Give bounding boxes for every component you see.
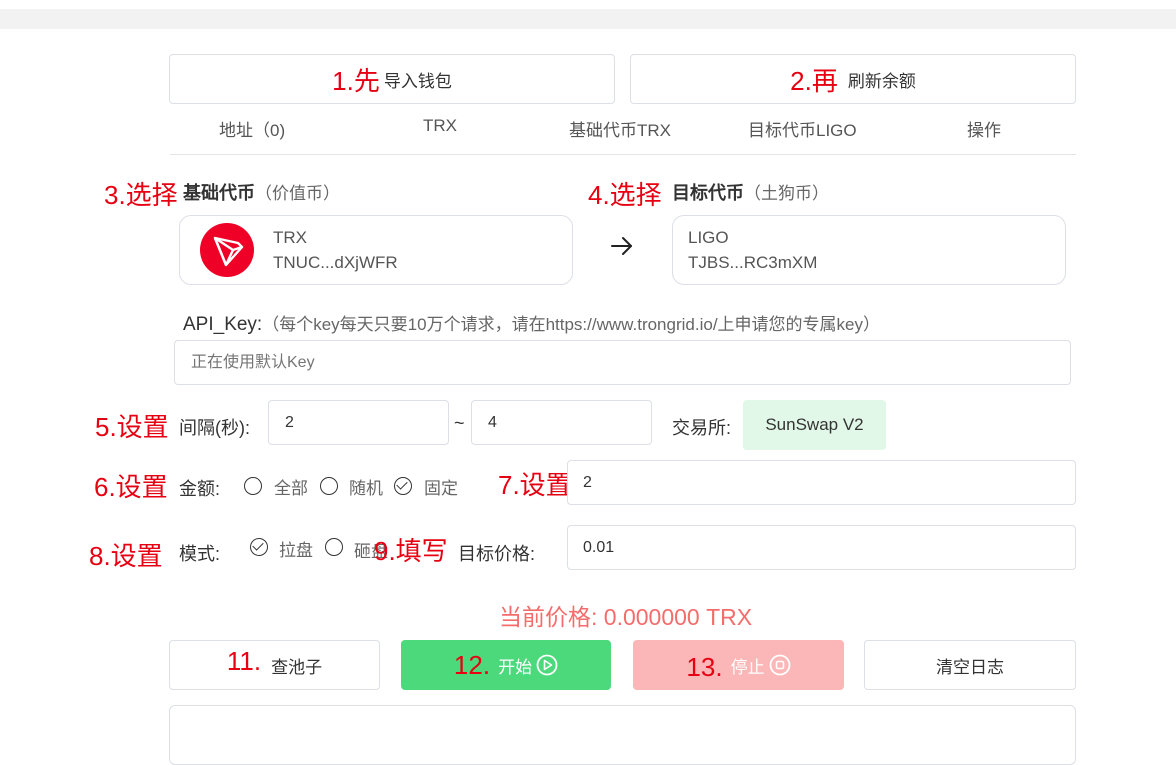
stop-icon xyxy=(769,654,791,676)
amount-random-label: 随机 xyxy=(349,479,383,498)
clear-log-label: 清空日志 xyxy=(936,657,1004,677)
amount-all-label: 全部 xyxy=(274,479,308,498)
step-3-label: 3.选择 xyxy=(104,180,178,210)
step-13-label: 13. xyxy=(686,651,723,682)
interval-label: 间隔(秒): xyxy=(179,418,250,438)
base-token-address: TNUC...dXjWFR xyxy=(273,253,398,272)
step-8-label: 8.设置 xyxy=(89,541,163,571)
start-button[interactable]: 12. 开始 xyxy=(401,640,611,690)
target-token-title-text: 目标代币 xyxy=(672,183,744,203)
amount-label: 金额: xyxy=(179,479,221,499)
target-token-symbol: LIGO xyxy=(688,228,729,247)
stop-button[interactable]: 13. 停止 xyxy=(633,640,844,690)
start-label: 开始 xyxy=(498,657,533,677)
refresh-balance-button[interactable]: 2.再 刷新余额 xyxy=(630,54,1076,104)
amount-fixed-label: 固定 xyxy=(424,479,458,498)
tron-logo-icon xyxy=(200,223,254,277)
step-9-label: 9.填写 xyxy=(374,536,448,566)
interval-max-input[interactable]: 4 xyxy=(471,400,652,445)
api-key-input[interactable] xyxy=(174,340,1071,385)
stop-label: 停止 xyxy=(730,657,765,677)
check-pool-label: 查池子 xyxy=(271,657,323,677)
target-price-label: 目标价格: xyxy=(458,544,536,564)
step-6-label: 6.设置 xyxy=(94,472,168,502)
column-target-token: 目标代币LIGO xyxy=(748,121,857,140)
arrow-right-icon xyxy=(609,233,635,259)
column-base-token: 基础代币TRX xyxy=(569,121,671,140)
play-icon xyxy=(536,654,558,676)
target-token-title: 目标代币（土狗币） xyxy=(672,179,829,205)
mode-pump-label: 拉盘 xyxy=(279,541,313,560)
target-token-card[interactable]: LIGO TJBS...RC3mXM xyxy=(672,215,1066,285)
step-5-label: 5.设置 xyxy=(95,412,169,442)
amount-input[interactable]: 2 xyxy=(567,460,1076,505)
refresh-balance-label: 刷新余额 xyxy=(847,71,916,91)
step-2-label: 2.再 xyxy=(790,65,838,96)
exchange-label: 交易所: xyxy=(672,418,732,438)
base-token-card[interactable]: TRX TNUC...dXjWFR xyxy=(179,215,573,285)
divider xyxy=(170,154,1076,155)
step-12-label: 12. xyxy=(453,649,491,680)
import-wallet-label: 导入钱包 xyxy=(383,71,452,91)
exchange-select[interactable]: SunSwap V2 xyxy=(743,400,886,450)
base-token-title-text: 基础代币 xyxy=(183,183,255,203)
clear-log-button[interactable]: 清空日志 xyxy=(864,640,1076,690)
step-4-label: 4.选择 xyxy=(588,180,662,210)
amount-all-radio[interactable] xyxy=(244,477,262,495)
amount-fixed-radio[interactable] xyxy=(394,477,412,495)
interval-min-value: 2 xyxy=(285,413,294,431)
column-address: 地址（0) xyxy=(219,121,286,140)
column-trx: TRX xyxy=(423,116,457,135)
exchange-value: SunSwap V2 xyxy=(765,415,864,434)
log-area[interactable] xyxy=(169,705,1076,765)
mode-pump-radio[interactable] xyxy=(250,538,268,556)
step-1-label: 1.先 xyxy=(332,65,380,96)
api-key-hint: （每个key每天只要10万个请求，请在https://www.trongrid.… xyxy=(262,315,880,334)
step-11-label: 11. xyxy=(226,645,262,676)
target-price-value: 0.01 xyxy=(583,538,615,556)
interval-separator: ~ xyxy=(454,413,465,433)
mode-label: 模式: xyxy=(179,544,221,564)
top-bar xyxy=(0,9,1176,29)
amount-random-radio[interactable] xyxy=(320,477,338,495)
interval-max-value: 4 xyxy=(488,413,497,431)
base-token-title: 基础代币（价值币） xyxy=(183,179,340,205)
column-action: 操作 xyxy=(967,121,1001,140)
target-price-input[interactable]: 0.01 xyxy=(567,525,1076,570)
api-key-label: API_Key: xyxy=(183,314,263,335)
base-token-symbol: TRX xyxy=(273,228,307,247)
interval-min-input[interactable]: 2 xyxy=(268,400,449,445)
step-7-label: 7.设置 xyxy=(498,470,572,500)
check-pool-button[interactable]: 11. 查池子 xyxy=(169,640,380,690)
import-wallet-button[interactable]: 1.先 导入钱包 xyxy=(169,54,615,104)
target-token-hint: （土狗币） xyxy=(744,184,829,203)
amount-value: 2 xyxy=(583,473,592,491)
api-key-label-row: API_Key:（每个key每天只要10万个请求，请在https://www.t… xyxy=(183,310,880,336)
base-token-hint: （价值币） xyxy=(255,184,340,203)
target-token-address: TJBS...RC3mXM xyxy=(688,253,818,272)
mode-dump-radio[interactable] xyxy=(325,538,343,556)
current-price-display: 当前价格: 0.000000 TRX xyxy=(499,604,753,630)
